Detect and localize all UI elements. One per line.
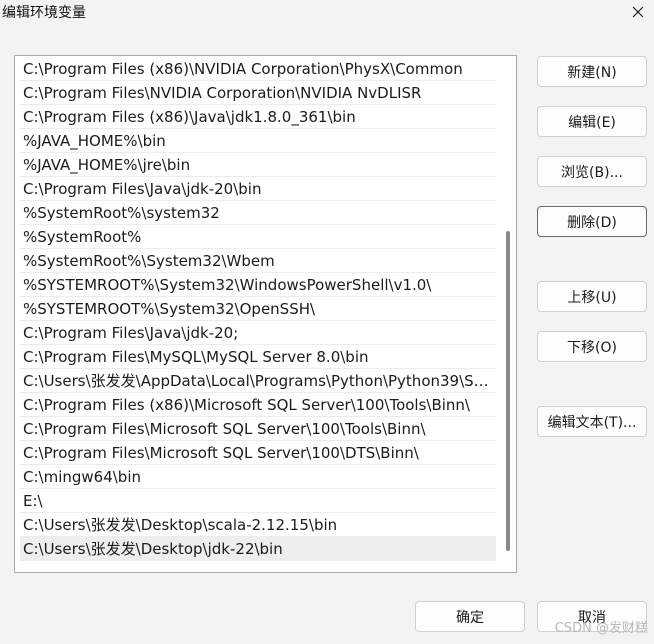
list-item[interactable]: %JAVA_HOME%\jre\bin: [20, 153, 496, 177]
list-item[interactable]: E:\: [20, 489, 496, 513]
move-up-button[interactable]: 上移(U): [537, 281, 647, 312]
list-item[interactable]: C:\Program Files (x86)\NVIDIA Corporatio…: [20, 57, 496, 81]
list-item[interactable]: %SYSTEMROOT%\System32\WindowsPowerShell\…: [20, 273, 496, 297]
edit-button[interactable]: 编辑(E): [537, 106, 647, 137]
list-item[interactable]: %SystemRoot%\System32\Wbem: [20, 249, 496, 273]
list-item[interactable]: C:\Program Files\Microsoft SQL Server\10…: [20, 441, 496, 465]
list-item[interactable]: C:\Program Files\Java\jdk-20;: [20, 321, 496, 345]
list-item[interactable]: C:\Program Files\MySQL\MySQL Server 8.0\…: [20, 345, 496, 369]
window-title: 编辑环境变量: [2, 5, 86, 21]
path-list-items: C:\Program Files (x86)\NVIDIA Corporatio…: [20, 57, 496, 561]
list-item[interactable]: C:\Program Files (x86)\Java\jdk1.8.0_361…: [20, 105, 496, 129]
list-item[interactable]: C:\mingw64\bin: [20, 465, 496, 489]
list-item[interactable]: C:\Program Files\Microsoft SQL Server\10…: [20, 417, 496, 441]
list-item[interactable]: C:\Program Files\Java\jdk-20\bin: [20, 177, 496, 201]
new-button[interactable]: 新建(N): [537, 56, 647, 87]
list-item[interactable]: C:\Program Files (x86)\Microsoft SQL Ser…: [20, 393, 496, 417]
list-item[interactable]: %SYSTEMROOT%\System32\OpenSSH\: [20, 297, 496, 321]
list-item[interactable]: C:\Users\张发发\AppData\Local\Programs\Pyth…: [20, 369, 496, 393]
list-item-selected[interactable]: C:\Users\张发发\Desktop\jdk-22\bin: [20, 537, 496, 561]
watermark: CSDN @发财糕: [554, 621, 648, 636]
scrollbar[interactable]: [505, 58, 511, 570]
path-list[interactable]: C:\Program Files (x86)\NVIDIA Corporatio…: [14, 55, 517, 573]
list-item[interactable]: %SystemRoot%: [20, 225, 496, 249]
delete-button[interactable]: 删除(D): [537, 206, 647, 237]
title-bar: 编辑环境变量: [0, 0, 654, 26]
browse-button[interactable]: 浏览(B)...: [537, 156, 647, 187]
list-item[interactable]: C:\Users\张发发\Desktop\scala-2.12.15\bin: [20, 513, 496, 537]
close-icon: [632, 6, 644, 18]
scrollbar-thumb[interactable]: [506, 231, 510, 551]
ok-button[interactable]: 确定: [415, 601, 525, 632]
close-button[interactable]: [628, 0, 648, 24]
list-item[interactable]: %SystemRoot%\system32: [20, 201, 496, 225]
edit-text-button[interactable]: 编辑文本(T)...: [537, 406, 647, 437]
list-item[interactable]: %JAVA_HOME%\bin: [20, 129, 496, 153]
move-down-button[interactable]: 下移(O): [537, 331, 647, 362]
list-item[interactable]: C:\Program Files\NVIDIA Corporation\NVID…: [20, 81, 496, 105]
